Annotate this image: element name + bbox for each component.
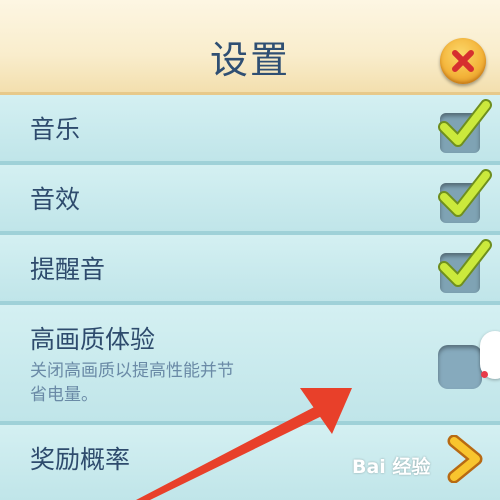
annotation-arrow — [136, 388, 352, 500]
watermark: Bai 经验 — [352, 456, 431, 478]
